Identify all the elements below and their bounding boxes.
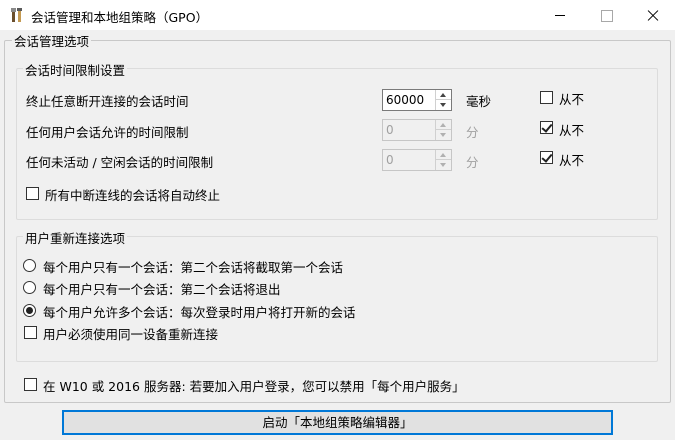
- window-title: 会话管理和本地组策略（GPO）: [31, 10, 209, 25]
- title-bar[interactable]: 会话管理和本地组策略（GPO）: [0, 0, 675, 30]
- w10-user-service-label[interactable]: 在 W10 或 2016 服务器: 若要加入用户登录，您可以禁用「每个用户服务」: [43, 376, 465, 395]
- reconnect-title: 用户重新连接选项: [23, 228, 128, 247]
- reconnect-option-takeover-radio[interactable]: [23, 259, 36, 272]
- maximize-button[interactable]: [583, 0, 629, 30]
- stepper-up-icon[interactable]: [436, 90, 451, 100]
- close-button[interactable]: [629, 0, 675, 30]
- stepper-down-icon[interactable]: [436, 160, 451, 170]
- disconnected-session-never-checkbox[interactable]: [540, 91, 553, 104]
- stepper-down-icon[interactable]: [436, 130, 451, 140]
- launch-gpedit-button[interactable]: 启动「本地组策略编辑器」: [62, 410, 613, 435]
- idle-session-limit-value: 0: [386, 153, 394, 167]
- user-session-limit-never-label[interactable]: 从不: [559, 120, 584, 139]
- reconnect-option-logout-label[interactable]: 每个用户只有一个会话：第二个会话将退出: [43, 279, 281, 298]
- idle-session-limit-unit: 分: [466, 155, 479, 170]
- disconnected-session-value: 60000: [386, 93, 425, 107]
- app-tools-icon: [11, 8, 22, 22]
- stepper-arrows: [435, 90, 451, 110]
- idle-session-limit-never-checkbox[interactable]: [540, 151, 553, 164]
- session-management-title: 会话管理选项: [12, 31, 92, 50]
- reconnect-option-takeover-label[interactable]: 每个用户只有一个会话：第二个会话将截取第一个会话: [43, 257, 343, 276]
- idle-session-limit-stepper[interactable]: 0: [382, 149, 452, 171]
- stepper-up-icon[interactable]: [436, 150, 451, 160]
- reconnect-group: [16, 236, 658, 362]
- time-limits-title: 会话时间限制设置: [23, 60, 128, 79]
- disconnected-session-never-label[interactable]: 从不: [559, 89, 584, 108]
- reconnect-option-multiple-label[interactable]: 每个用户允许多个会话：每次登录时用户将打开新的会话: [43, 302, 356, 321]
- disconnected-session-label: 终止任意断开连接的会话时间: [26, 94, 189, 109]
- reconnect-option-logout-radio[interactable]: [23, 281, 36, 294]
- user-session-limit-unit: 分: [466, 125, 479, 140]
- user-session-limit-stepper[interactable]: 0: [382, 119, 452, 141]
- stepper-arrows: [435, 120, 451, 140]
- stepper-down-icon[interactable]: [436, 100, 451, 110]
- disconnected-session-unit: 毫秒: [466, 94, 492, 109]
- minimize-button[interactable]: [537, 0, 583, 30]
- disconnected-session-stepper[interactable]: 60000: [382, 89, 452, 111]
- idle-session-limit-never-label[interactable]: 从不: [559, 150, 584, 169]
- user-session-limit-label: 任何用户会话允许的时间限制: [26, 125, 189, 140]
- stepper-arrows: [435, 150, 451, 170]
- same-device-label[interactable]: 用户必须使用同一设备重新连接: [43, 324, 218, 343]
- user-session-limit-value: 0: [386, 123, 394, 137]
- same-device-checkbox[interactable]: [24, 326, 37, 339]
- stepper-up-icon[interactable]: [436, 120, 451, 130]
- user-session-limit-never-checkbox[interactable]: [540, 121, 553, 134]
- idle-session-limit-label: 任何未活动 / 空闲会话的时间限制: [26, 155, 214, 170]
- auto-end-label[interactable]: 所有中断连线的会话将自动终止: [45, 185, 220, 204]
- w10-user-service-checkbox[interactable]: [24, 378, 37, 391]
- reconnect-option-multiple-radio[interactable]: [23, 304, 36, 317]
- auto-end-checkbox[interactable]: [26, 187, 39, 200]
